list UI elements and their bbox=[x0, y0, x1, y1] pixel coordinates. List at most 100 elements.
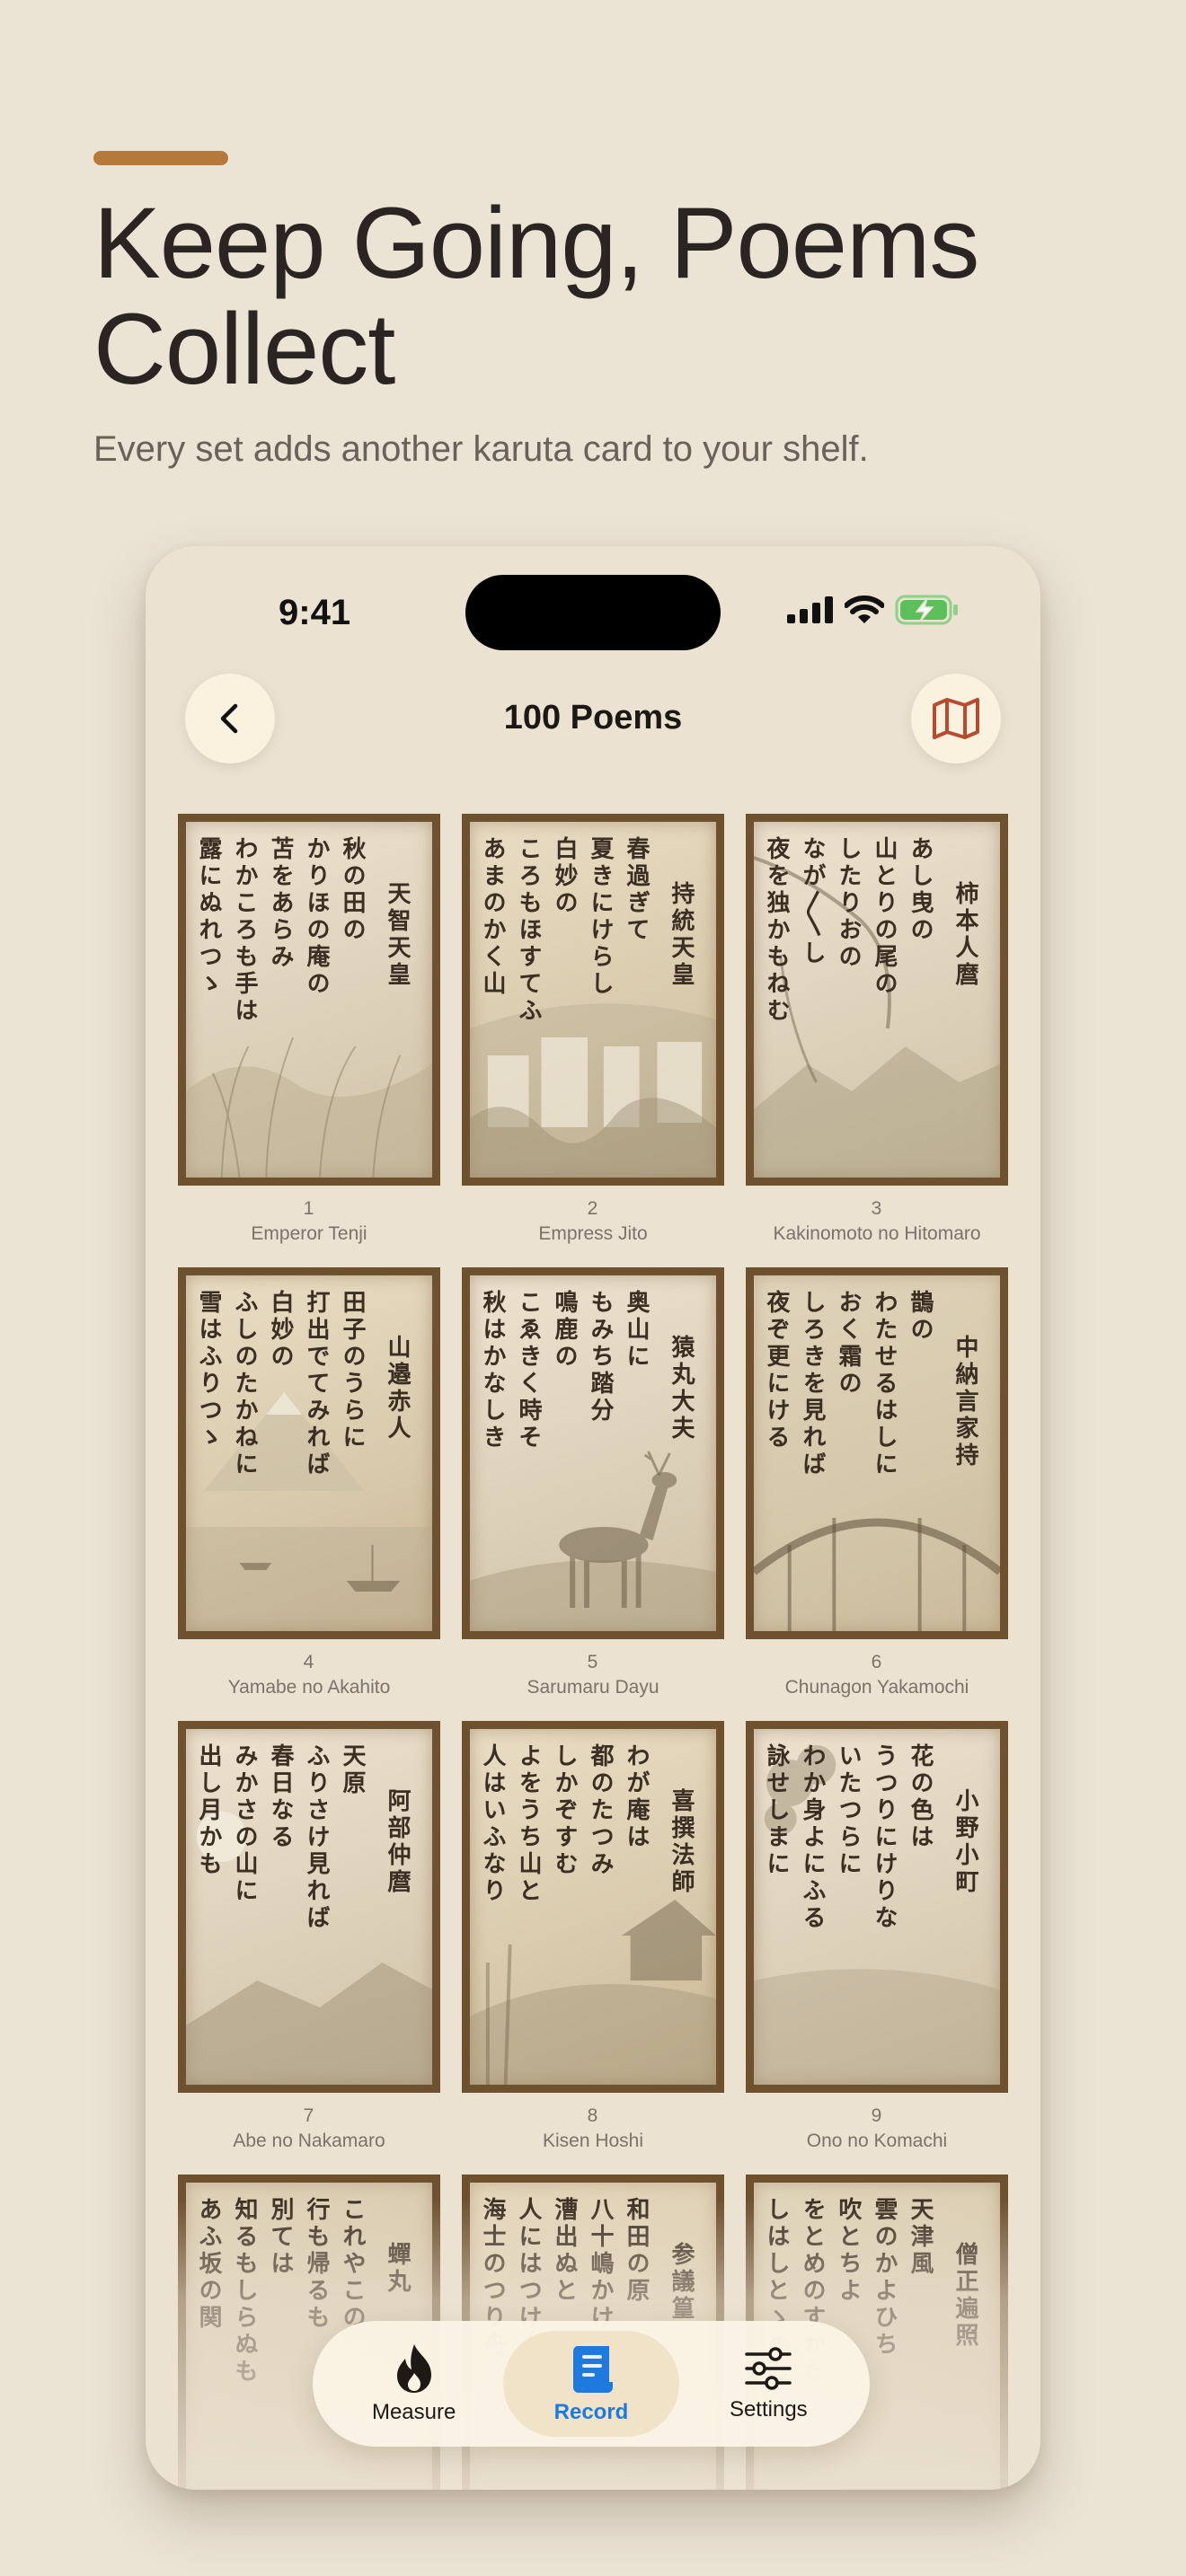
card-poem-line: 苫をあらみ bbox=[267, 836, 294, 971]
wifi-icon bbox=[845, 595, 884, 623]
card-poem-line: 白妙の bbox=[551, 836, 578, 917]
card-author: 中納言家持 bbox=[951, 1335, 978, 1469]
poem-card[interactable]: 中納言家持 鵲の わたせるはしに おく霜の しろきを見れば 夜ぞ更にける bbox=[746, 1267, 1008, 1639]
card-poet-name: Yamabe no Akahito bbox=[227, 1677, 391, 1698]
card-poem-line: 鳴鹿の bbox=[551, 1290, 578, 1371]
promo-subhead: Every set adds another karuta card to yo… bbox=[93, 429, 869, 469]
tab-bar: Measure Record Settings bbox=[313, 2321, 870, 2447]
poem-card[interactable]: 小野小町 花の色は うつりにけりな いたつらに わか身よにふる 詠せしまに bbox=[746, 1721, 1008, 2093]
card-poem-line: 秋はかなしき bbox=[479, 1290, 506, 1451]
card-poem-line: ふしのたかねに bbox=[231, 1290, 258, 1478]
card-poem-line: 夏きにけらし bbox=[587, 836, 614, 998]
card-poet-name: Sarumaru Dayu bbox=[527, 1677, 659, 1698]
card-poet-name: Abe no Nakamaro bbox=[233, 2130, 385, 2151]
card-author: 山邉赤人 bbox=[384, 1335, 411, 1442]
card-poem-text: 柿本人麿 あし曳の 山とりの尾の したりおの なが〳〵し 夜を独かもねむ bbox=[761, 836, 980, 1163]
card-poem-line: 打出でてみれば bbox=[303, 1290, 330, 1478]
card-author: 天智天皇 bbox=[384, 881, 411, 989]
phone-screen: 9:41 100 Poems 天智天皇 秋の田の かりほの庵の 苫をあらみ わか… bbox=[146, 546, 1040, 2490]
card-poem-line: ころもほすてふ bbox=[515, 836, 542, 1025]
card-poet-name: Kakinomoto no Hitomaro bbox=[773, 1223, 981, 1244]
card-number: 5 bbox=[587, 1652, 599, 1672]
cellular-signal-icon bbox=[787, 596, 833, 623]
card-poem-line: かりほの庵の bbox=[303, 836, 330, 998]
card-number: 8 bbox=[587, 2105, 599, 2126]
card-poem-text: 阿部仲麿 天原 ふりさけ見れば 春日なる みかさの山に 出し月かも bbox=[193, 1743, 412, 2070]
map-icon bbox=[933, 698, 979, 739]
scroll-icon bbox=[572, 2346, 613, 2393]
card-poet-name: Chunagon Yakamochi bbox=[784, 1677, 969, 1698]
card-poem-line: 出し月かも bbox=[195, 1743, 222, 1878]
card-poem-line: もみち踏分 bbox=[587, 1290, 614, 1425]
sliders-icon bbox=[745, 2347, 792, 2390]
poem-card[interactable]: 阿部仲麿 天原 ふりさけ見れば 春日なる みかさの山に 出し月かも bbox=[178, 1721, 440, 2093]
card-poem-line: 夜を独かもねむ bbox=[763, 836, 790, 1025]
card-poem-line: わたせるはしに bbox=[871, 1290, 898, 1478]
card-number: 7 bbox=[303, 2105, 315, 2126]
card-author: 小野小町 bbox=[951, 1788, 978, 1896]
card-poem-line: おく霜の bbox=[835, 1290, 862, 1398]
dynamic-island bbox=[465, 575, 721, 650]
card-poem-text: 山邉赤人 田子のうらに 打出でてみれば 白妙の ふしのたかねに 雪はふりつゝ bbox=[193, 1290, 412, 1617]
tab-label-record: Record bbox=[553, 2400, 629, 2424]
card-number: 1 bbox=[303, 1198, 315, 1219]
card-poem-line: こゑきく時そ bbox=[515, 1290, 542, 1451]
card-poem-text: 猿丸大夫 奥山に もみち踏分 鳴鹿の こゑきく時そ 秋はかなしき bbox=[477, 1290, 696, 1617]
card-poem-line: わが庵は bbox=[623, 1743, 650, 1851]
card-poem-line: 山とりの尾の bbox=[871, 836, 898, 998]
card-author: 持統天皇 bbox=[668, 881, 695, 989]
card-poem-line: あまのかく山 bbox=[479, 836, 506, 998]
card-author: 猿丸大夫 bbox=[668, 1335, 695, 1442]
tab-settings[interactable]: Settings bbox=[680, 2331, 856, 2437]
card-poem-line: 雪はふりつゝ bbox=[195, 1290, 222, 1451]
card-poem-line: 秋の田の bbox=[339, 836, 366, 944]
card-number: 2 bbox=[587, 1198, 599, 1219]
page-title: 100 Poems bbox=[503, 699, 683, 737]
card-poem-line: 鵲の bbox=[907, 1290, 934, 1344]
status-icons bbox=[787, 595, 960, 625]
card-poem-line: わか身よにふる bbox=[799, 1743, 826, 1932]
poem-card[interactable]: 山邉赤人 田子のうらに 打出でてみれば 白妙の ふしのたかねに 雪はふりつゝ bbox=[178, 1267, 440, 1639]
poem-card[interactable]: 猿丸大夫 奥山に もみち踏分 鳴鹿の こゑきく時そ 秋はかなしき bbox=[462, 1267, 724, 1639]
card-poet-name: Kisen Hoshi bbox=[542, 2130, 644, 2151]
card-poem-line: しろきを見れば bbox=[799, 1290, 826, 1478]
card-poem-text: 喜撰法師 わが庵は 都のたつみ しかぞすむ よをうち山と 人はいふなり bbox=[477, 1743, 696, 2070]
card-poem-line: 露にぬれつゝ bbox=[195, 836, 222, 998]
poem-card[interactable]: 持統天皇 春過ぎて 夏きにけらし 白妙の ころもほすてふ あまのかく山 bbox=[462, 814, 724, 1186]
map-button[interactable] bbox=[911, 674, 1001, 763]
card-poem-line: なが〳〵し bbox=[799, 836, 826, 967]
card-poem-line: したりおの bbox=[835, 836, 862, 971]
card-poem-line: 春過ぎて bbox=[623, 836, 650, 944]
card-number: 3 bbox=[871, 1198, 883, 1219]
poem-card[interactable]: 柿本人麿 あし曳の 山とりの尾の したりおの なが〳〵し 夜を独かもねむ bbox=[746, 814, 1008, 1186]
promo-headline: Keep Going, Poems Collect bbox=[93, 187, 979, 405]
card-poem-line: あし曳の bbox=[907, 836, 934, 944]
card-author: 喜撰法師 bbox=[668, 1788, 695, 1896]
card-poem-line: 花の色は bbox=[907, 1743, 934, 1851]
card-poem-line: 白妙の bbox=[267, 1290, 294, 1371]
tab-label-measure: Measure bbox=[371, 2400, 456, 2424]
card-number: 6 bbox=[871, 1652, 883, 1672]
card-poem-text: 持統天皇 春過ぎて 夏きにけらし 白妙の ころもほすてふ あまのかく山 bbox=[477, 836, 696, 1163]
card-poem-line: うつりにけりな bbox=[871, 1743, 898, 1932]
card-number: 4 bbox=[303, 1652, 315, 1672]
poem-card[interactable]: 天智天皇 秋の田の かりほの庵の 苫をあらみ わかころも手は 露にぬれつゝ bbox=[178, 814, 440, 1186]
card-poem-line: みかさの山に bbox=[231, 1743, 258, 1905]
card-poem-line: 夜ぞ更にける bbox=[763, 1290, 790, 1451]
accent-bar bbox=[93, 151, 228, 165]
tab-record[interactable]: Record bbox=[502, 2331, 679, 2437]
card-author: 柿本人麿 bbox=[951, 881, 978, 989]
card-poem-line: 田子のうらに bbox=[339, 1290, 366, 1451]
card-poem-line: 天原 bbox=[339, 1743, 366, 1797]
poem-card[interactable]: 喜撰法師 わが庵は 都のたつみ しかぞすむ よをうち山と 人はいふなり bbox=[462, 1721, 724, 2093]
status-time: 9:41 bbox=[279, 593, 351, 632]
card-poem-line: 詠せしまに bbox=[763, 1743, 790, 1878]
card-poet-name: Empress Jito bbox=[538, 1223, 648, 1244]
card-poem-line: 人はいふなり bbox=[479, 1743, 506, 1905]
card-poem-line: 奥山に bbox=[623, 1290, 650, 1371]
card-poet-name: Emperor Tenji bbox=[251, 1223, 367, 1244]
tab-measure[interactable]: Measure bbox=[326, 2331, 502, 2437]
flame-icon bbox=[396, 2344, 431, 2393]
card-poem-line: よをうち山と bbox=[515, 1743, 542, 1905]
card-number: 9 bbox=[871, 2105, 883, 2126]
